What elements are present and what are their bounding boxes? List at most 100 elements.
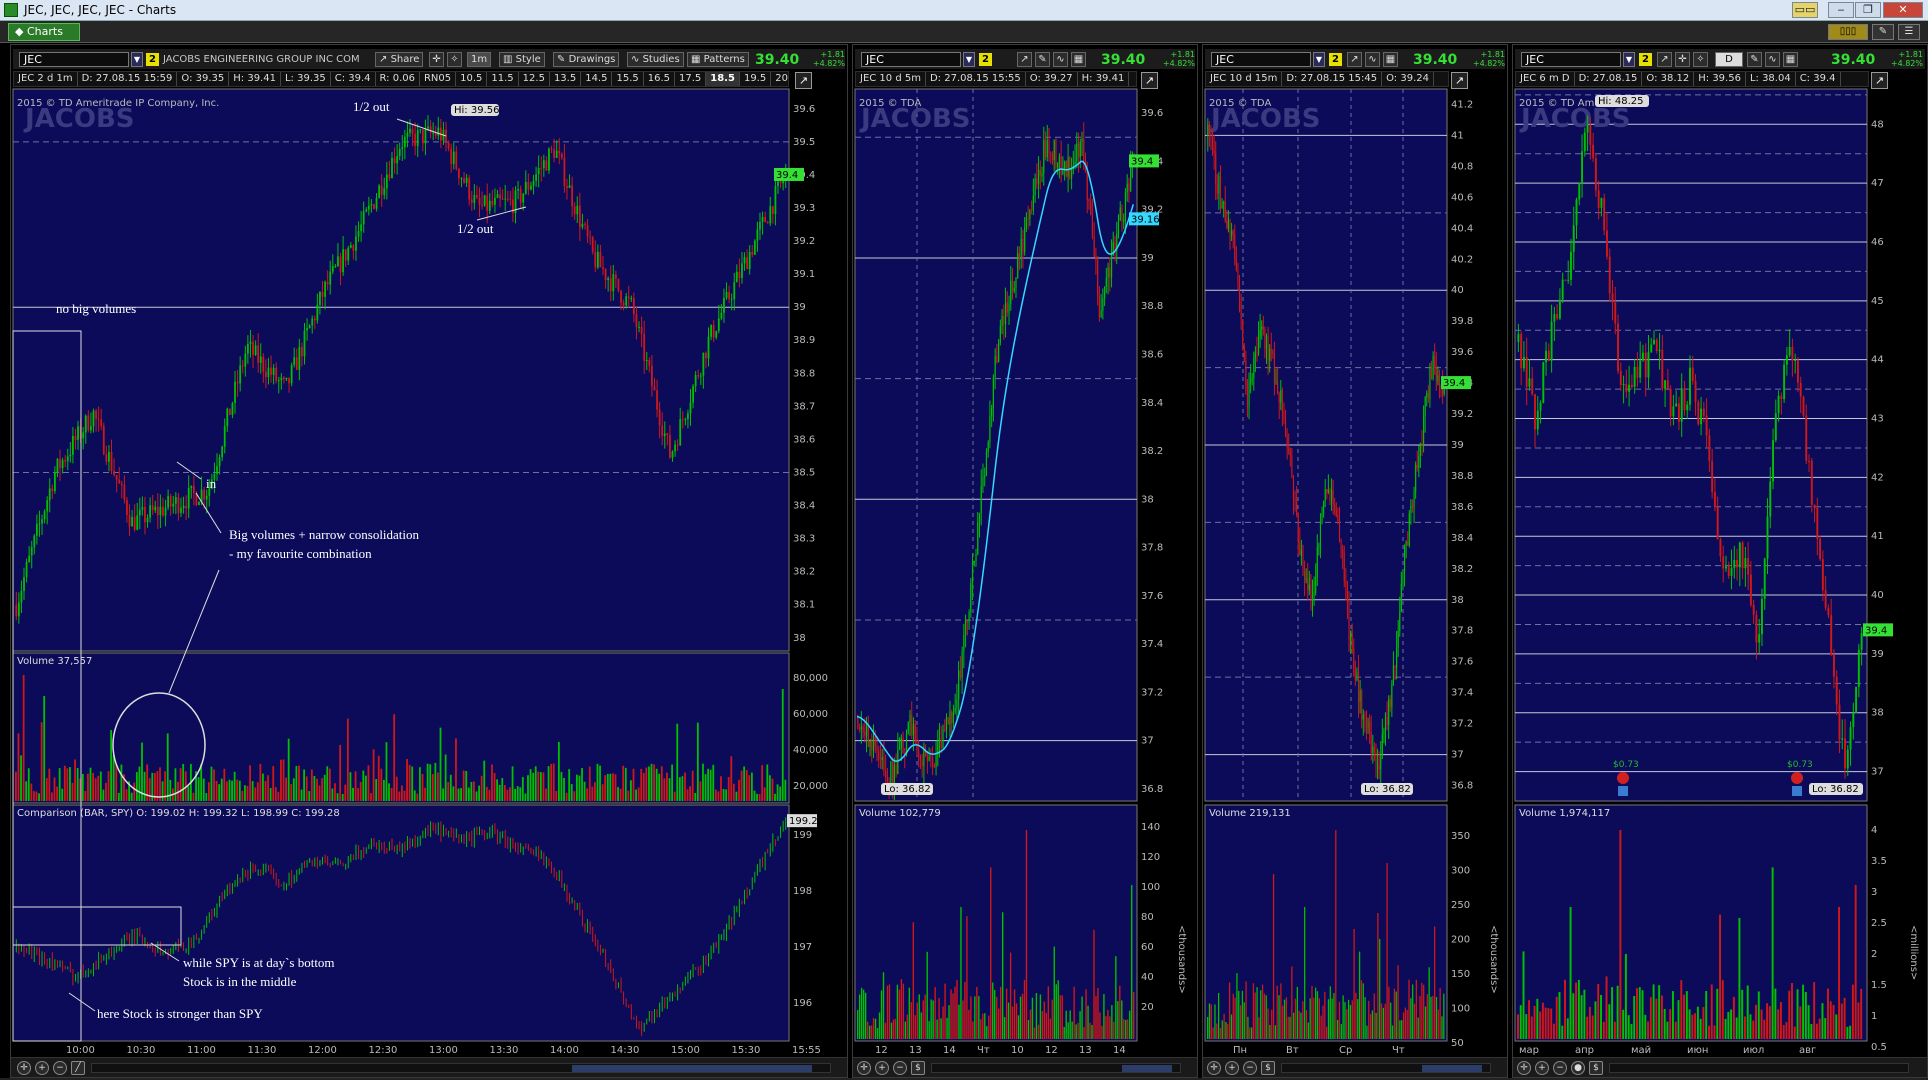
volume-bar: [344, 784, 347, 801]
price-candle: [25, 562, 28, 578]
panel-1-chart[interactable]: 39.639.539.439.339.239.13938.938.838.738…: [11, 45, 849, 1056]
price-candle: [120, 483, 123, 485]
volume-bar: [678, 777, 681, 801]
volume-bar: [231, 780, 233, 801]
pan-icon[interactable]: ✛: [17, 1061, 31, 1075]
volume-bar: [1289, 1016, 1291, 1039]
charts-tab-label: Charts: [26, 25, 63, 38]
scrollbar-thumb[interactable]: [1422, 1065, 1482, 1072]
volume-axis-label: 100: [1451, 1004, 1470, 1015]
price-candle: [1572, 225, 1575, 252]
price-candle: [331, 266, 334, 272]
price-candle: [1752, 605, 1755, 615]
scrollbar[interactable]: [931, 1063, 1181, 1073]
pan-icon[interactable]: ✛: [857, 1061, 871, 1075]
price-candle: [1373, 746, 1375, 753]
zoom-out-icon[interactable]: −: [1243, 1061, 1257, 1075]
close-button[interactable]: ✕: [1883, 2, 1923, 18]
volume-bar: [1768, 1006, 1771, 1039]
dollar-icon[interactable]: $: [1261, 1061, 1275, 1075]
layout-icon[interactable]: ▯▯▯: [1828, 24, 1868, 40]
volume-bar: [246, 786, 249, 801]
volume-bar: [97, 775, 100, 801]
volume-bar: [1307, 1022, 1309, 1039]
volume-bar: [1021, 993, 1024, 1039]
dollar-icon[interactable]: $: [911, 1061, 925, 1075]
volume-axis-label: 40,000: [793, 745, 828, 756]
zoom-out-icon[interactable]: −: [53, 1061, 67, 1075]
scrollbar-thumb[interactable]: [1122, 1065, 1172, 1072]
scrollbar[interactable]: [1281, 1063, 1491, 1073]
volume-bar: [916, 1002, 918, 1039]
price-candle: [869, 740, 871, 747]
price-candle: [53, 472, 56, 492]
price-candle: [1719, 539, 1722, 557]
volume-bar: [1283, 999, 1286, 1039]
panel-3-chart[interactable]: 41.24140.840.640.440.24039.839.639.439.2…: [1203, 45, 1509, 1056]
volume-bar: [1732, 996, 1735, 1039]
annotation: 1/2 out: [457, 221, 494, 236]
zoom-out-icon[interactable]: −: [1553, 1061, 1567, 1075]
pan-icon[interactable]: ✛: [1207, 1061, 1221, 1075]
volume-bar: [1696, 1006, 1699, 1039]
price-candle: [725, 291, 728, 298]
volume-bar: [1530, 1016, 1533, 1039]
zoom-in-icon[interactable]: +: [875, 1061, 889, 1075]
pan-icon[interactable]: ✛: [1517, 1061, 1531, 1075]
volume-bar: [349, 772, 352, 801]
price-axis-label: 38.2: [1451, 564, 1473, 575]
price-candle: [1389, 699, 1391, 708]
volume-bar: [681, 776, 684, 801]
scrollbar-thumb[interactable]: [1620, 1065, 1820, 1072]
scrollbar[interactable]: [91, 1063, 831, 1073]
price-candle: [1760, 598, 1763, 635]
scrollbar-thumb[interactable]: [572, 1065, 812, 1072]
volume-bar: [1519, 1005, 1522, 1039]
zoom-in-icon[interactable]: +: [35, 1061, 49, 1075]
volume-bar: [1627, 1015, 1630, 1039]
price-candle: [1838, 704, 1841, 740]
drawing-tool-icon[interactable]: ╱: [71, 1061, 85, 1075]
volume-bar: [1212, 1027, 1214, 1039]
price-candle: [1677, 403, 1680, 422]
price-candle: [1600, 198, 1603, 208]
volume-bar: [1724, 1018, 1727, 1039]
volume-bar: [133, 782, 136, 801]
price-candle: [1316, 547, 1318, 579]
volume-bar: [99, 771, 102, 801]
volume-bar: [922, 1000, 924, 1039]
volume-bar: [876, 1027, 879, 1039]
settings-icon[interactable]: ✎: [1872, 24, 1894, 40]
price-candle: [545, 160, 548, 171]
price-candle: [64, 459, 67, 462]
volume-bar: [1029, 1009, 1032, 1039]
circle-icon[interactable]: ●: [1571, 1061, 1585, 1075]
price-candle: [1356, 671, 1358, 681]
zoom-in-icon[interactable]: +: [1225, 1061, 1239, 1075]
panel-2-chart[interactable]: 39.639.439.23938.838.638.438.23837.837.6…: [853, 45, 1199, 1056]
volume-bar: [1347, 999, 1350, 1039]
volume-bar: [1362, 983, 1364, 1039]
price-candle: [1377, 765, 1379, 767]
menu-icon[interactable]: ☰: [1898, 24, 1920, 40]
panel-4-chart[interactable]: 4847464544434241403938372015 © TD Amerit…: [1513, 45, 1928, 1056]
price-candle: [886, 777, 889, 782]
price-candle: [1305, 579, 1307, 581]
detach-icon[interactable]: ▭▭: [1792, 2, 1818, 18]
price-candle: [51, 488, 54, 492]
price-candle: [968, 612, 970, 623]
volume-bar: [712, 764, 715, 801]
zoom-in-icon[interactable]: +: [1535, 1061, 1549, 1075]
charts-tab[interactable]: ◆ Charts: [8, 23, 80, 41]
volume-bar: [1600, 994, 1602, 1039]
dollar-icon[interactable]: $: [1589, 1061, 1603, 1075]
price-candle: [205, 495, 208, 500]
volume-bar: [1594, 1001, 1597, 1039]
maximize-button[interactable]: ❐: [1855, 2, 1881, 18]
scrollbar[interactable]: [1609, 1063, 1909, 1073]
volume-bar: [588, 766, 591, 801]
volume-bar: [954, 986, 956, 1039]
zoom-out-icon[interactable]: −: [893, 1061, 907, 1075]
volume-bar: [1441, 1016, 1443, 1039]
minimize-button[interactable]: ‒: [1828, 2, 1854, 18]
